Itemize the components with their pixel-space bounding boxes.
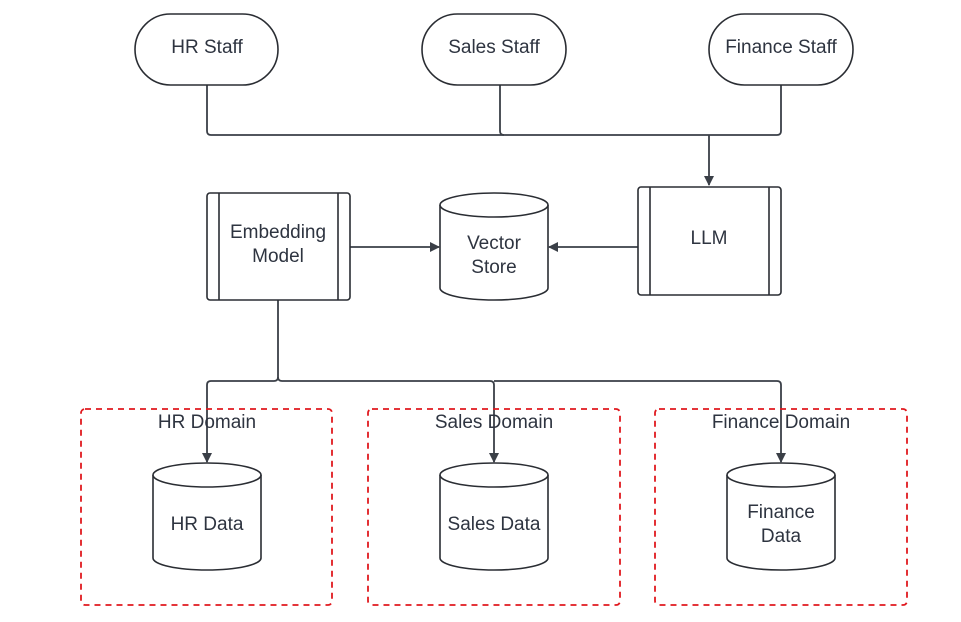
connector-hr-staff [206, 85, 782, 136]
finance-data-node[interactable]: Finance Data [726, 462, 836, 571]
embedding-label-line1: Embedding [230, 222, 326, 243]
architecture-diagram: HR Staff Sales Staff Finance Staff Embed… [80, 13, 908, 606]
hr-data-node[interactable]: HR Data [152, 462, 262, 571]
connector-sales-staff [499, 85, 505, 136]
llm-node[interactable]: LLM [637, 186, 782, 296]
hr-staff-label: HR Staff [171, 37, 243, 58]
vector-label-line1: Vector [467, 233, 522, 254]
finance-staff-node[interactable]: Finance Staff [708, 13, 854, 86]
embedding-model-node[interactable]: Embedding Model [206, 192, 351, 301]
hr-staff-node[interactable]: HR Staff [134, 13, 279, 86]
llm-label: LLM [691, 228, 728, 249]
sales-domain-label: Sales Domain [435, 412, 553, 433]
embedding-label-line2: Model [252, 246, 304, 267]
sales-data-label: Sales Data [448, 514, 541, 535]
vector-label-line2: Store [471, 257, 516, 278]
finance-staff-label: Finance Staff [725, 37, 837, 58]
sales-staff-label: Sales Staff [448, 37, 540, 58]
sales-data-node[interactable]: Sales Data [439, 462, 549, 571]
finance-domain-label: Finance Domain [712, 412, 850, 433]
hr-data-label: HR Data [171, 514, 244, 535]
connector-embedding-to-domains [202, 300, 279, 463]
finance-data-label-line2: Data [761, 526, 802, 547]
sales-staff-node[interactable]: Sales Staff [421, 13, 567, 86]
vector-store-node[interactable]: Vector Store [439, 192, 549, 301]
hr-domain-label: HR Domain [158, 412, 256, 433]
finance-data-label-line1: Finance [747, 502, 815, 523]
